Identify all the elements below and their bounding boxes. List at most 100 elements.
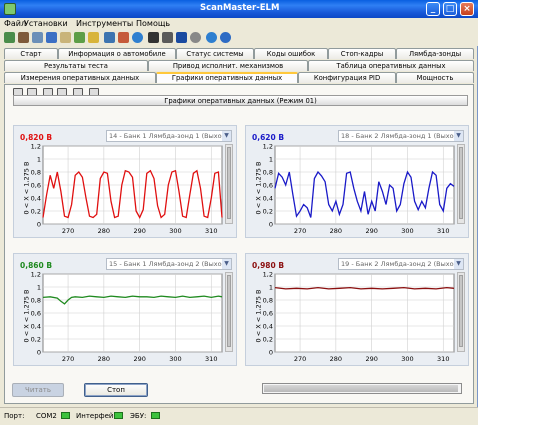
status-bar: Порт: COM2 Интерфейс ЭБУ: bbox=[0, 407, 478, 425]
menu-tools[interactable]: Инструменты bbox=[76, 19, 133, 28]
minimize-button[interactable]: _ bbox=[426, 2, 440, 16]
scroll-thumb[interactable] bbox=[459, 275, 463, 347]
connect-icon[interactable] bbox=[4, 32, 15, 43]
gauge-icon[interactable] bbox=[74, 32, 85, 43]
graph-panel-1: 0,820 В 14 - Банк 1 Лямбда-зонд 1 (Выход… bbox=[13, 125, 237, 238]
y-tick-label: 0,2 bbox=[31, 208, 41, 216]
tab-vehicle-info[interactable]: Информация о автомобиле bbox=[58, 48, 176, 59]
y-tick-label: 0,6 bbox=[263, 310, 273, 318]
book-icon[interactable] bbox=[118, 32, 129, 43]
progress-fill bbox=[264, 385, 459, 392]
x-tick-label: 290 bbox=[133, 355, 145, 363]
x-tick-label: 280 bbox=[330, 355, 342, 363]
tab-live-data-table[interactable]: Таблица оперативных данных bbox=[308, 60, 474, 71]
monitor-icon[interactable] bbox=[148, 32, 159, 43]
stop-button[interactable]: Стоп bbox=[84, 383, 148, 397]
info-icon[interactable] bbox=[132, 32, 143, 43]
power-icon[interactable] bbox=[220, 32, 231, 43]
scroll-thumb[interactable] bbox=[227, 147, 231, 219]
vertical-scrollbar[interactable] bbox=[457, 144, 465, 224]
port-status-led bbox=[61, 412, 70, 419]
x-tick-label: 300 bbox=[401, 355, 413, 363]
tab-actuators[interactable]: Привод исполнит. механизмов bbox=[148, 60, 308, 71]
y-tick-label: 0,4 bbox=[263, 195, 273, 203]
info2-icon[interactable] bbox=[206, 32, 217, 43]
y-tick-label: 0 bbox=[37, 221, 41, 229]
x-tick-label: 270 bbox=[294, 355, 306, 363]
interface-status-led bbox=[114, 412, 123, 419]
tab-freeze-frames[interactable]: Стоп-кадры bbox=[328, 48, 396, 59]
x-tick-label: 280 bbox=[98, 227, 110, 235]
vertical-scrollbar[interactable] bbox=[225, 272, 233, 352]
y-tick-label: 0,4 bbox=[263, 323, 273, 331]
tab-power[interactable]: Мощность bbox=[396, 72, 474, 83]
graph-panel-4: 0,980 В 19 - Банк 2 Лямбда-зонд 2 (Выход… bbox=[245, 253, 469, 366]
scroll-thumb[interactable] bbox=[227, 275, 231, 347]
tab-live-data-measure[interactable]: Измерения оперативных данных bbox=[4, 72, 156, 83]
maximize-button[interactable]: □ bbox=[443, 2, 457, 16]
y-tick-label: 0,2 bbox=[31, 336, 41, 344]
x-tick-label: 270 bbox=[294, 227, 306, 235]
tab-lambda-sensors[interactable]: Лямбда-зонды bbox=[396, 48, 474, 59]
tab-system-status[interactable]: Статус системы bbox=[176, 48, 254, 59]
graph-panel-2: 0,620 В 18 - Банк 2 Лямбда-зонд 1 (Выход… bbox=[245, 125, 469, 238]
x-tick-label: 310 bbox=[437, 227, 449, 235]
line-chart: 0 0,2 0,4 0,6 0,8 1 1,2 270 280 290 300 310 bbox=[31, 143, 223, 235]
disk-icon[interactable] bbox=[190, 32, 201, 43]
tab-row-1: Старт Информация о автомобиле Статус сис… bbox=[4, 48, 474, 59]
section-title: Графики оперативных данных (Режим 01) bbox=[13, 95, 468, 106]
tab-error-codes[interactable]: Коды ошибок bbox=[254, 48, 328, 59]
port-value: COM2 bbox=[36, 412, 57, 420]
close-button[interactable]: × bbox=[460, 2, 474, 16]
scroll-thumb[interactable] bbox=[459, 147, 463, 219]
x-tick-label: 300 bbox=[169, 355, 181, 363]
vertical-scrollbar[interactable] bbox=[225, 144, 233, 224]
y-tick-label: 0,6 bbox=[31, 310, 41, 318]
tab-test-results[interactable]: Результаты теста bbox=[4, 60, 148, 71]
y-tick-label: 0,2 bbox=[263, 336, 273, 344]
window-icon[interactable] bbox=[46, 32, 57, 43]
line-chart: 0 0,2 0,4 0,6 0,8 1 1,2 270 280 290 300 310 bbox=[263, 271, 455, 363]
y-tick-label: 0 bbox=[269, 349, 273, 357]
tab-row-3: Измерения оперативных данных Графики опе… bbox=[4, 72, 474, 83]
y-tick-label: 0,4 bbox=[31, 323, 41, 331]
menu-help[interactable]: Помощь bbox=[136, 19, 170, 28]
x-tick-label: 310 bbox=[437, 355, 449, 363]
y-tick-label: 0,8 bbox=[263, 169, 273, 177]
tab-pid-config[interactable]: Конфигурация PID bbox=[298, 72, 396, 83]
port-label: Порт: bbox=[4, 412, 25, 420]
read-button[interactable]: Читать bbox=[12, 383, 64, 397]
vertical-scrollbar[interactable] bbox=[457, 272, 465, 352]
menu-file[interactable]: Файл bbox=[4, 19, 26, 28]
y-tick-label: 1 bbox=[269, 156, 273, 164]
settings-icon[interactable] bbox=[32, 32, 43, 43]
x-tick-label: 280 bbox=[98, 355, 110, 363]
y-tick-label: 0,8 bbox=[31, 297, 41, 305]
y-tick-label: 0 bbox=[269, 221, 273, 229]
x-tick-label: 290 bbox=[365, 227, 377, 235]
interface-label: Интерфейс bbox=[76, 412, 118, 420]
progress-bar bbox=[262, 383, 462, 394]
graph-panel-3: 0,860 В 15 - Банк 1 Лямбда-зонд 2 (Выход… bbox=[13, 253, 237, 366]
menu-bar: Файл Установки Инструменты Помощь bbox=[0, 18, 478, 30]
x-tick-label: 300 bbox=[401, 227, 413, 235]
title-bar[interactable]: ScanMaster-ELM _ □ × bbox=[0, 0, 478, 18]
tab-content: Графики оперативных данных (Режим 01) 0,… bbox=[4, 84, 474, 404]
menu-settings[interactable]: Установки bbox=[24, 19, 68, 28]
tab-start[interactable]: Старт bbox=[4, 48, 58, 59]
vehicle-icon[interactable] bbox=[18, 32, 29, 43]
money-icon[interactable] bbox=[88, 32, 99, 43]
app-window: ScanMaster-ELM _ □ × Файл Установки Инст… bbox=[0, 0, 478, 425]
tab-live-data-graphs[interactable]: Графики оперативных данных bbox=[156, 72, 298, 83]
doc-icon[interactable] bbox=[60, 32, 71, 43]
y-tick-label: 1,2 bbox=[263, 271, 273, 279]
screen-icon[interactable] bbox=[162, 32, 173, 43]
ecu-status-led bbox=[151, 412, 160, 419]
line-chart: 0 0,2 0,4 0,6 0,8 1 1,2 270 280 290 300 310 bbox=[263, 143, 455, 235]
sensor-icon[interactable] bbox=[176, 32, 187, 43]
x-tick-label: 270 bbox=[62, 355, 74, 363]
chart-icon[interactable] bbox=[104, 32, 115, 43]
y-tick-label: 1 bbox=[269, 284, 273, 292]
y-tick-label: 0,4 bbox=[31, 195, 41, 203]
x-tick-label: 300 bbox=[169, 227, 181, 235]
